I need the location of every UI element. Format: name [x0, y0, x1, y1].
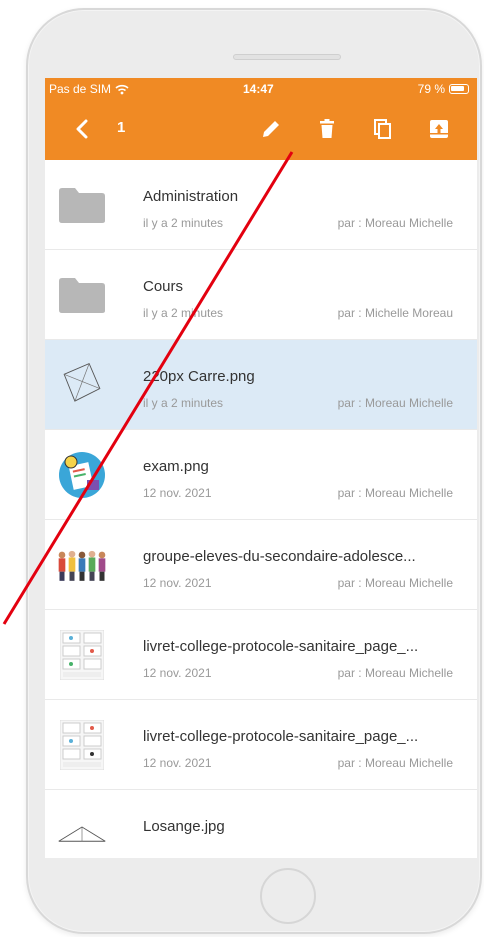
- thumbnail: [57, 360, 107, 410]
- thumbnail: [57, 540, 107, 590]
- battery-status: 79 %: [418, 82, 469, 96]
- file-name: Losange.jpg: [143, 818, 225, 835]
- action-toolbar: 1: [45, 100, 477, 160]
- file-author: par : Moreau Michelle: [337, 666, 453, 680]
- booklet-page-icon: [60, 720, 104, 770]
- file-author: par : Moreau Michelle: [337, 216, 453, 230]
- file-date: 12 nov. 2021: [143, 576, 212, 590]
- file-row-administration[interactable]: Administration il y a 2 minutes par : Mo…: [45, 160, 477, 250]
- file-row-carre[interactable]: 220px Carre.png il y a 2 minutes par : M…: [45, 340, 477, 430]
- archive-icon[interactable]: [427, 117, 451, 141]
- square-diagram-icon: [63, 362, 101, 402]
- thumbnail: [57, 630, 107, 680]
- file-date: 12 nov. 2021: [143, 756, 212, 770]
- file-date: 12 nov. 2021: [143, 486, 212, 500]
- selection-count: 1: [117, 119, 126, 136]
- home-button[interactable]: [260, 868, 316, 924]
- file-name: exam.png: [143, 458, 209, 475]
- file-row-cours[interactable]: Cours il y a 2 minutes par : Michelle Mo…: [45, 250, 477, 340]
- file-name: 220px Carre.png: [143, 368, 255, 385]
- folder-icon: [59, 278, 105, 313]
- file-name: Cours: [143, 278, 184, 295]
- file-date: 12 nov. 2021: [143, 666, 212, 680]
- carrier-label: Pas de SIM: [49, 82, 112, 96]
- file-row-groupe[interactable]: groupe-eleves-du-secondaire-adolesce... …: [45, 520, 477, 610]
- file-name: groupe-eleves-du-secondaire-adolesce...: [143, 548, 416, 565]
- app-screen: Pas de SIM 14:47 79 % 1 Administration i…: [45, 78, 477, 858]
- thumbnail: [57, 180, 107, 230]
- file-name: livret-college-protocole-sanitaire_page_…: [143, 728, 419, 745]
- file-row-livret-1[interactable]: livret-college-protocole-sanitaire_page_…: [45, 610, 477, 700]
- file-list: Administration il y a 2 minutes par : Mo…: [45, 160, 477, 858]
- status-bar: Pas de SIM 14:47 79 %: [45, 78, 477, 100]
- file-name: Administration: [143, 188, 239, 205]
- file-author: par : Moreau Michelle: [337, 756, 453, 770]
- phone-speaker: [233, 54, 341, 60]
- file-name: livret-college-protocole-sanitaire_page_…: [143, 638, 419, 655]
- thumbnail: [57, 450, 107, 500]
- file-date: il y a 2 minutes: [143, 306, 224, 320]
- battery-icon: [449, 84, 469, 94]
- file-author: par : Moreau Michelle: [337, 396, 453, 410]
- copy-icon[interactable]: [371, 117, 395, 141]
- thumbnail: [57, 720, 107, 770]
- carrier-status: Pas de SIM: [49, 82, 129, 96]
- file-row-losange[interactable]: Losange.jpg: [45, 790, 477, 858]
- edit-icon[interactable]: [259, 117, 283, 141]
- file-row-livret-2[interactable]: livret-college-protocole-sanitaire_page_…: [45, 700, 477, 790]
- wifi-icon: [115, 84, 129, 94]
- file-author: par : Moreau Michelle: [337, 486, 453, 500]
- file-author: par : Moreau Michelle: [337, 576, 453, 590]
- students-group-icon: [58, 550, 106, 581]
- back-icon[interactable]: [71, 117, 95, 141]
- trash-icon[interactable]: [315, 117, 339, 141]
- folder-icon: [59, 188, 105, 223]
- file-date: il y a 2 minutes: [143, 216, 224, 230]
- battery-percent: 79 %: [417, 82, 445, 96]
- file-date: il y a 2 minutes: [143, 396, 224, 410]
- thumbnail: [57, 270, 107, 320]
- clock: 14:47: [243, 82, 274, 96]
- file-author: par : Michelle Moreau: [337, 306, 453, 320]
- thumbnail: [57, 810, 107, 858]
- rhombus-diagram-icon: [58, 826, 106, 842]
- exam-image-icon: [59, 452, 105, 498]
- file-row-exam[interactable]: exam.png 12 nov. 2021 par : Moreau Miche…: [45, 430, 477, 520]
- booklet-page-icon: [60, 630, 104, 680]
